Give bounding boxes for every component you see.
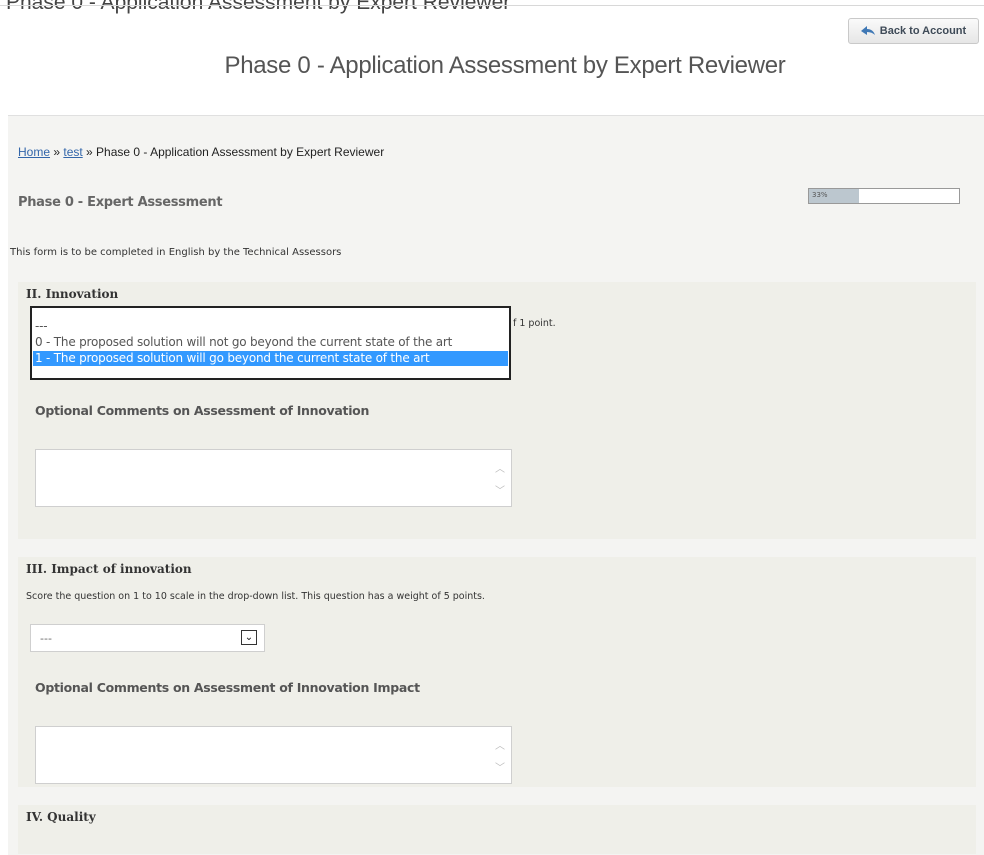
section-heading: II. Innovation: [26, 287, 119, 301]
back-arrow-icon: [860, 26, 875, 35]
form-title: Phase 0 - Expert Assessment: [18, 195, 223, 210]
section-impact: III. Impact of innovation Score the ques…: [18, 557, 976, 787]
impact-score-select[interactable]: --- ⌄: [30, 624, 265, 652]
scroll-down-icon[interactable]: ﹀: [495, 482, 505, 497]
page-title: Phase 0 - Application Assessment by Expe…: [224, 52, 786, 79]
impact-comments-label: Optional Comments on Assessment of Innov…: [35, 680, 420, 695]
section-heading: IV. Quality: [26, 810, 96, 824]
top-divider: [0, 5, 984, 6]
breadcrumb-current: Phase 0 - Application Assessment by Expe…: [96, 145, 385, 159]
back-to-account-label: Back to Account: [879, 25, 967, 37]
dropdown-option[interactable]: ---: [33, 319, 508, 334]
progress-label: 33%: [812, 191, 828, 199]
back-to-account-button[interactable]: Back to Account: [848, 18, 979, 44]
innovation-comments-label: Optional Comments on Assessment of Innov…: [35, 403, 370, 418]
breadcrumb-separator: »: [82, 145, 97, 159]
breadcrumb-home-link[interactable]: Home: [18, 145, 50, 159]
scroll-up-icon[interactable]: ︿: [495, 737, 505, 752]
form-intro: This form is to be completed in English …: [10, 247, 342, 258]
innovation-comments-textarea[interactable]: ︿ ﹀: [35, 449, 512, 507]
chevron-down-icon[interactable]: ⌄: [241, 630, 257, 645]
section-quality: IV. Quality: [18, 805, 976, 854]
impact-comments-textarea[interactable]: ︿ ﹀: [35, 726, 512, 784]
dropdown-option-highlighted[interactable]: 1 - The proposed solution will go beyond…: [33, 351, 508, 366]
scrolled-header-text: Phase 0 - Application Assessment by Expe…: [6, 0, 511, 14]
breadcrumb-test-link[interactable]: test: [63, 145, 82, 159]
impact-description: Score the question on 1 to 10 scale in t…: [26, 591, 485, 602]
scroll-up-icon[interactable]: ︿: [495, 460, 505, 475]
breadcrumb: Home » test » Phase 0 - Application Asse…: [18, 145, 384, 159]
innovation-description: f 1 point.: [513, 318, 556, 329]
section-heading: III. Impact of innovation: [26, 562, 192, 576]
breadcrumb-separator: »: [50, 145, 64, 159]
select-value: ---: [40, 632, 52, 645]
scroll-down-icon[interactable]: ﹀: [495, 759, 505, 774]
dropdown-option[interactable]: 0 - The proposed solution will not go be…: [33, 335, 508, 350]
innovation-score-dropdown-list[interactable]: --- 0 - The proposed solution will not g…: [30, 306, 511, 380]
progress-bar: 33%: [808, 188, 960, 204]
